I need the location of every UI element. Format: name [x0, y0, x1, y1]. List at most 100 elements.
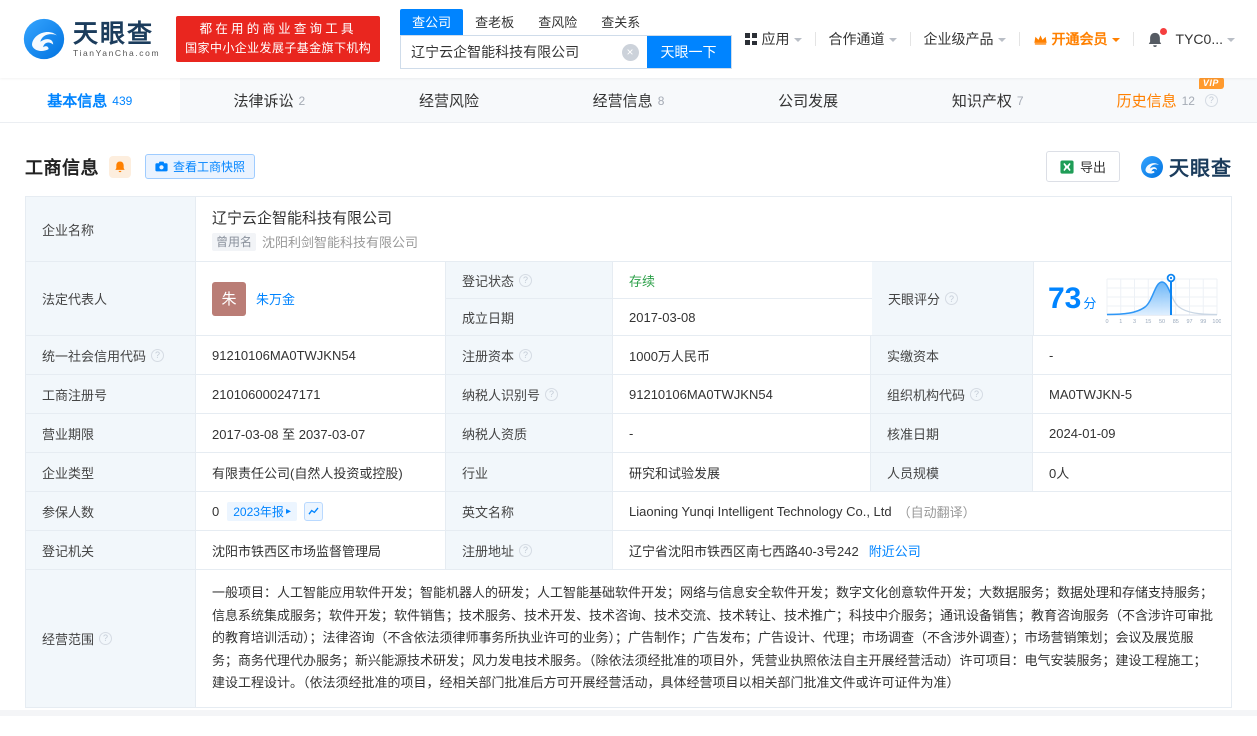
- annual-report-tag[interactable]: 2023年报: [227, 501, 297, 521]
- nav-divider: [1018, 32, 1020, 46]
- taxpayer-quality-label: 纳税人资质: [446, 414, 613, 452]
- table-row: 参保人数 0 2023年报 英文名称 Liaoning Yunqi Intell…: [26, 492, 1231, 531]
- help-icon: [545, 387, 559, 401]
- tab-label: 知识产权: [951, 92, 1012, 110]
- search-tab-relation[interactable]: 查关系: [589, 9, 652, 35]
- nav-divider: [909, 32, 911, 46]
- help-icon: [151, 348, 165, 362]
- tab-label: 基本信息: [47, 92, 108, 110]
- company-name-label: 企业名称: [26, 197, 196, 261]
- english-name-cell: Liaoning Yunqi Intelligent Technology Co…: [613, 492, 1231, 530]
- user-account-label: TYC0...: [1175, 31, 1223, 47]
- svg-text:3: 3: [1133, 319, 1136, 325]
- score-cell[interactable]: 73 分 0 1 3 15 50 85 97 99 100: [1034, 262, 1231, 335]
- business-snapshot-button[interactable]: 查看工商快照: [145, 154, 256, 179]
- watermark-text: 天眼查: [1169, 158, 1232, 180]
- export-button[interactable]: 导出: [1045, 151, 1120, 182]
- registry-value: 沈阳市铁西区市场监督管理局: [196, 531, 446, 569]
- nav-apps[interactable]: 应用: [744, 29, 802, 49]
- insured-count-value: 0: [212, 503, 220, 519]
- crown-icon: [1033, 34, 1047, 45]
- section-title: 工商信息: [25, 157, 99, 178]
- registry-label: 登记机关: [26, 531, 196, 569]
- legal-rep-name-link[interactable]: 朱万金: [256, 289, 295, 308]
- search-input[interactable]: [401, 35, 647, 68]
- tianyancha-logo[interactable]: 天眼查 TianYanCha.com: [22, 17, 160, 61]
- help-icon: [970, 387, 984, 401]
- line-chart-icon: [308, 506, 319, 515]
- industry-label: 行业: [446, 453, 613, 491]
- tab-business-info[interactable]: 经营信息 8: [539, 78, 719, 122]
- trend-chart-button[interactable]: [303, 501, 323, 521]
- former-name-tag: 曾用名: [212, 232, 257, 251]
- tab-intellectual-property[interactable]: 知识产权 7: [898, 78, 1078, 122]
- tab-company-development[interactable]: 公司发展: [718, 78, 898, 122]
- tab-business-risk[interactable]: 经营风险: [359, 78, 539, 122]
- taxpayer-quality-value: -: [613, 414, 871, 452]
- search-button[interactable]: 天眼一下: [646, 35, 731, 68]
- company-type-value: 有限责任公司(自然人投资或控股): [196, 453, 446, 491]
- approve-date-value: 2024-01-09: [1049, 425, 1116, 441]
- reg-no-label: 工商注册号: [26, 375, 196, 413]
- nav-enterprise-products[interactable]: 企业级产品: [924, 29, 1006, 49]
- table-row: 经营范围 一般项目：人工智能应用软件开发；智能机器人的研发；人工智能基础软件开发…: [26, 570, 1231, 707]
- tab-history-info[interactable]: VIP 历史信息 12: [1077, 76, 1257, 122]
- tab-label: 经营信息: [592, 92, 653, 110]
- svg-text:100: 100: [1212, 319, 1221, 325]
- help-icon: [519, 273, 533, 287]
- tab-count: 2: [298, 94, 306, 108]
- english-name-label: 英文名称: [446, 492, 613, 530]
- table-row: 企业名称 辽宁云企智能科技有限公司 曾用名 沈阳利剑智能科技有限公司: [26, 197, 1231, 262]
- taxpayer-id-label: 纳税人识别号: [446, 375, 613, 413]
- reg-status-label: 登记状态: [446, 262, 613, 298]
- user-account[interactable]: TYC0...: [1176, 31, 1235, 47]
- score-label: 天眼评分: [872, 262, 1034, 335]
- search-tab-boss[interactable]: 查老板: [463, 9, 526, 35]
- section-header: 工商信息 查看工商快照 导出 天眼查: [25, 151, 1232, 182]
- staff-size-value: 0人: [1049, 465, 1070, 481]
- tab-legal-litigation[interactable]: 法律诉讼 2: [180, 78, 360, 122]
- legal-rep-avatar[interactable]: 朱: [212, 281, 246, 316]
- credit-code-label: 统一社会信用代码: [26, 336, 196, 374]
- address-cell: 辽宁省沈阳市铁西区南七西路40-3号242 附近公司: [613, 531, 1231, 569]
- former-name: 沈阳利剑智能科技有限公司: [262, 235, 419, 250]
- notification-bell[interactable]: [1147, 27, 1167, 48]
- approve-date-label: 核准日期: [871, 414, 1033, 452]
- clear-search-icon[interactable]: [621, 43, 639, 61]
- export-button-label: 导出: [1079, 160, 1106, 175]
- org-code-label: 组织机构代码: [871, 375, 1033, 413]
- nav-apps-label: 应用: [761, 31, 790, 47]
- bell-icon: [115, 161, 125, 173]
- auto-translate-note: （自动翻译）: [897, 504, 976, 520]
- svg-text:0: 0: [1105, 319, 1108, 325]
- help-icon: [1204, 93, 1218, 107]
- search-tab-company[interactable]: 查公司: [400, 8, 464, 35]
- business-scope-label: 经营范围: [26, 570, 196, 707]
- help-icon: [519, 348, 533, 362]
- tab-label: 公司发展: [778, 92, 839, 110]
- promo-badge: 都在用的商业查询工具 国家中小企业发展子基金旗下机构: [176, 16, 381, 62]
- industry-value: 研究和试验发展: [613, 453, 871, 491]
- company-name: 辽宁云企智能科技有限公司: [212, 210, 393, 227]
- nav-partner-label: 合作通道: [828, 31, 885, 47]
- tab-count: 12: [1181, 94, 1195, 108]
- chevron-down-icon: [1227, 38, 1235, 42]
- svg-text:85: 85: [1173, 319, 1179, 325]
- establish-date-label: 成立日期: [446, 299, 613, 335]
- tab-basic-info[interactable]: 基本信息 439: [0, 78, 180, 122]
- nearby-companies-link[interactable]: 附近公司: [869, 541, 921, 560]
- search-tab-risk[interactable]: 查风险: [526, 9, 589, 35]
- chevron-down-icon: [1111, 38, 1120, 42]
- grid-icon: [744, 33, 757, 45]
- nav-partner-channel[interactable]: 合作通道: [829, 29, 897, 49]
- establish-date-value: 2017-03-08: [629, 309, 696, 325]
- nav-open-membership[interactable]: 开通会员: [1033, 29, 1120, 49]
- company-detail-tabs: 基本信息 439 法律诉讼 2 经营风险 经营信息 8 公司发展 知识产权 7 …: [0, 76, 1257, 123]
- subscribe-bell-button[interactable]: [109, 155, 131, 178]
- company-name-cell: 辽宁云企智能科技有限公司 曾用名 沈阳利剑智能科技有限公司: [196, 197, 1231, 261]
- camera-icon: [155, 161, 168, 172]
- top-header: 天眼查 TianYanCha.com 都在用的商业查询工具 国家中小企业发展子基…: [0, 0, 1257, 78]
- nav-divider: [814, 32, 816, 46]
- tab-count: 439: [112, 94, 133, 108]
- reg-capital-value: 1000万人民币: [613, 336, 871, 374]
